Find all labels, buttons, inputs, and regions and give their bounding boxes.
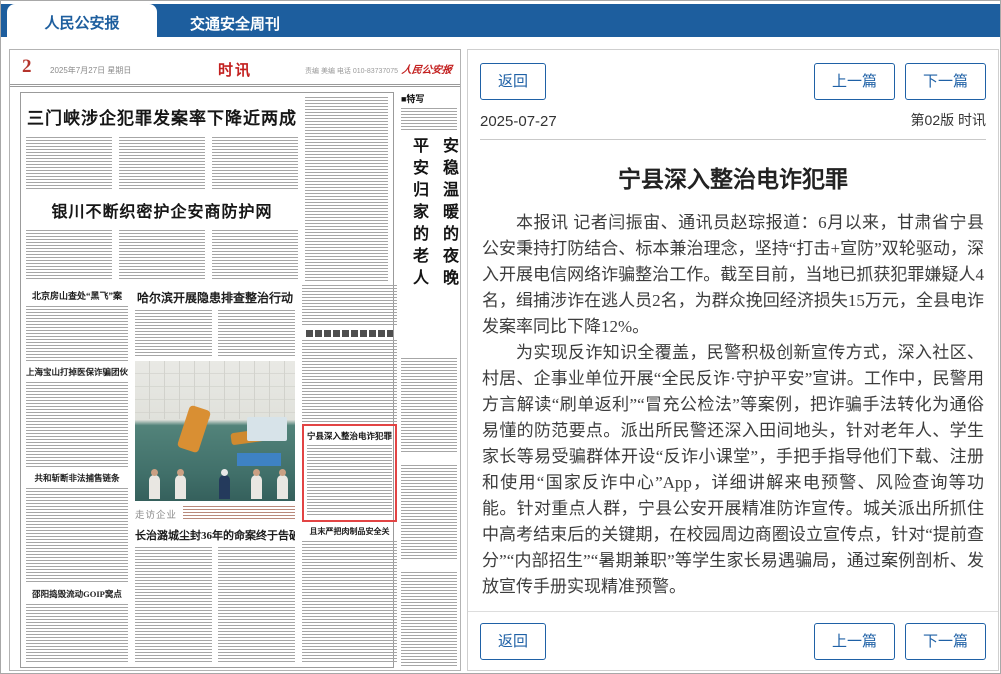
headline-shaoyang[interactable]: 邵阳捣毁流动GOIP窝点 — [26, 588, 128, 600]
article-edition: 第02版 时讯 — [911, 110, 986, 130]
micro-text — [212, 230, 298, 282]
tab-bar: 人民公安报 交通安全周刊 — [1, 4, 1000, 37]
article-content: 宁县深入整治电诈犯罪 本报讯 记者闫振宙、通讯员赵琮报道：6月以来，甘肃省宁县公… — [482, 144, 984, 608]
headline-beijing[interactable]: 北京房山查处“黑飞”案 — [26, 289, 128, 302]
micro-text — [218, 310, 295, 358]
newspaper-page-view[interactable]: 2 2025年7月27日 星期日 时讯 责编 美编 电话 010-8373707… — [9, 49, 461, 671]
headline-shanghai[interactable]: 上海宝山打掉医保诈骗团伙 — [26, 366, 128, 378]
feature-byline — [401, 108, 457, 130]
photo-person — [175, 475, 186, 499]
back-button[interactable]: 返回 — [480, 63, 546, 100]
micro-text — [26, 604, 128, 663]
micro-text — [212, 137, 298, 189]
reader-toolbar-bottom: 返回 上一篇 下一篇 — [480, 623, 986, 660]
article-date: 2025-07-27 — [480, 113, 557, 130]
photo-caption-text — [183, 506, 295, 519]
micro-text — [302, 340, 397, 424]
newspaper-column-left: 北京房山查处“黑飞”案 上海宝山打掉医保诈骗团伙 共和斩断非法捕售链条 邵阳捣毁… — [26, 285, 128, 663]
highlighted-article-box[interactable]: 宁县深入整治电诈犯罪 — [302, 424, 397, 522]
micro-text — [26, 488, 128, 584]
micro-text — [305, 97, 388, 281]
headline-yinchuan[interactable]: 银川不断织密护企安商防护网 — [26, 198, 298, 222]
micro-text — [307, 445, 392, 516]
newspaper-section-title: 时讯 — [218, 59, 252, 80]
newspaper-column-right: 宁县深入整治电诈犯罪 且末严把肉制品安全关 — [302, 285, 397, 663]
micro-text — [135, 310, 212, 358]
newspaper-logo: 人民公安报 — [401, 61, 453, 76]
headline-gonghe[interactable]: 共和斩断非法捕售链条 — [26, 472, 128, 484]
headline-ningxian-highlight[interactable]: 宁县深入整治电诈犯罪 — [307, 430, 392, 442]
feature-headline-line2: 安稳温暖的夜晚 — [436, 137, 460, 347]
newspaper-masthead: 2 2025年7月27日 星期日 时讯 责编 美编 电话 010-8373707… — [10, 50, 460, 87]
previous-article-button[interactable]: 上一篇 — [814, 63, 895, 100]
headline-sanmenxia[interactable]: 三门峡涉企犯罪发案率下降近两成 — [26, 104, 298, 129]
micro-text — [26, 306, 128, 362]
photo-person — [149, 475, 160, 499]
toolbar-divider — [468, 611, 998, 612]
micro-text — [401, 358, 457, 454]
micro-text — [401, 465, 457, 561]
photo-caption-label: 走访企业 — [135, 503, 177, 523]
micro-text — [218, 547, 295, 663]
photo-person — [251, 475, 262, 499]
next-article-button[interactable]: 下一篇 — [905, 63, 986, 100]
next-article-button[interactable]: 下一篇 — [905, 623, 986, 660]
article-paragraph: 为实现反诈知识全覆盖，民警积极创新宣传方式，深入社区、村居、企事业单位开展“全民… — [482, 340, 984, 600]
micro-text — [26, 230, 112, 282]
photo-ceiling — [135, 361, 295, 419]
photo-blue-equipment — [237, 453, 281, 466]
tab-jiaotong-anquan-zhoukan[interactable]: 交通安全周刊 — [159, 7, 311, 40]
previous-article-button[interactable]: 上一篇 — [814, 623, 895, 660]
app-window: 人民公安报 交通安全周刊 2 2025年7月27日 星期日 时讯 责编 美编 电… — [0, 0, 1001, 674]
feature-column: ■特写 平安归家的老人 安稳温暖的夜晚 — [401, 92, 457, 668]
article-title: 宁县深入整治电诈犯罪 — [482, 160, 984, 194]
micro-text — [119, 137, 205, 189]
newspaper-page-number: 2 — [22, 56, 32, 78]
micro-text — [302, 285, 397, 327]
feature-headline-line1: 平安归家的老人 — [406, 137, 430, 347]
tab-renmin-gonganbao[interactable]: 人民公安报 — [7, 4, 157, 40]
article-meta-row: 2025-07-27 第02版 时讯 — [480, 102, 986, 140]
newspaper-date: 2025年7月27日 星期日 — [50, 65, 131, 76]
micro-text — [401, 572, 457, 668]
micro-text — [135, 547, 212, 663]
micro-text — [302, 541, 397, 663]
micro-headline — [306, 330, 393, 337]
article-reader-panel: 返回 上一篇 下一篇 2025-07-27 第02版 时讯 宁县深入整治电诈犯罪… — [467, 49, 999, 671]
feature-vertical-headline[interactable]: 平安归家的老人 安稳温暖的夜晚 — [406, 133, 460, 347]
micro-text — [26, 382, 128, 468]
micro-text — [119, 230, 205, 282]
feature-tag: ■特写 — [401, 92, 457, 105]
news-photo — [135, 361, 295, 501]
photo-person — [277, 475, 288, 499]
newspaper-body: 三门峡涉企犯罪发案率下降近两成 银川不断织密护企安商防护网 北京房山查处“黑飞”… — [10, 90, 460, 670]
photo-police-officer — [219, 475, 230, 499]
newspaper-main-box: 三门峡涉企犯罪发案率下降近两成 银川不断织密护企安商防护网 北京房山查处“黑飞”… — [20, 92, 394, 668]
photo-machine — [247, 417, 287, 441]
back-button[interactable]: 返回 — [480, 623, 546, 660]
newspaper-editor-info: 责编 美编 电话 010-83737075 — [305, 66, 398, 76]
headline-haerbin[interactable]: 哈尔滨开展隐患排查整治行动 — [135, 289, 295, 306]
reader-toolbar-top: 返回 上一篇 下一篇 — [480, 63, 986, 100]
article-paragraph: 本报讯 记者闫振宙、通讯员赵琮报道：6月以来，甘肃省宁县公安秉持打防结合、标本兼… — [482, 210, 984, 340]
micro-text — [26, 137, 112, 189]
newspaper-column-middle: 哈尔滨开展隐患排查整治行动 — [135, 285, 295, 663]
headline-qiemo[interactable]: 且末严把肉制品安全关 — [302, 526, 397, 537]
headline-changzhi[interactable]: 长治潞城尘封36年的命案终于告破 — [135, 527, 295, 543]
